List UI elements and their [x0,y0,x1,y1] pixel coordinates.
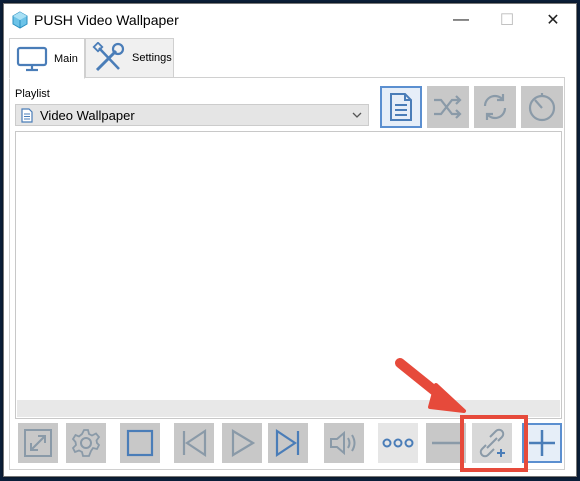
timer-icon [528,93,556,122]
playlist-selected-value: Video Wallpaper [40,107,135,123]
tab-settings[interactable]: Settings [85,38,174,78]
playlist-document-icon [390,93,412,121]
playlist-manager-button[interactable] [380,86,422,128]
repeat-icon [483,94,507,120]
settings-button[interactable] [66,423,106,463]
close-button[interactable]: ✕ [530,4,576,36]
title-bar[interactable]: PUSH Video Wallpaper — ☐ ✕ [4,4,576,36]
maximize-button[interactable]: ☐ [484,4,530,36]
volume-button[interactable] [324,423,364,463]
tab-main[interactable]: Main [9,38,85,79]
minimize-button[interactable]: — [438,4,484,36]
fullscreen-button[interactable] [18,423,58,463]
previous-button[interactable] [174,423,214,463]
stop-button[interactable] [120,423,160,463]
fullscreen-icon [24,429,52,457]
volume-icon [330,430,356,456]
wrench-screwdriver-icon [92,42,125,72]
repeat-button[interactable] [474,86,516,128]
tab-main-label: Main [54,52,78,65]
more-icon [382,438,414,448]
next-button[interactable] [268,423,308,463]
window-title: PUSH Video Wallpaper [34,12,179,28]
add-icon [529,430,555,456]
stop-icon [126,429,154,457]
shuffle-icon [434,95,462,119]
previous-icon [182,428,207,458]
remove-icon [432,441,460,445]
play-icon [231,429,256,457]
playlist-file-icon [21,107,33,123]
gear-icon [71,429,101,457]
chevron-down-icon [352,112,362,118]
playlist-dropdown[interactable]: Video Wallpaper [15,104,369,126]
playlist-label: Playlist [15,88,50,100]
timer-button[interactable] [521,86,563,128]
next-icon [275,428,300,458]
add-button[interactable] [522,423,562,463]
play-button[interactable] [222,423,262,463]
app-logo-icon [12,11,28,29]
shuffle-button[interactable] [427,86,469,128]
annotation-arrow [395,358,466,413]
monitor-icon [16,46,48,71]
annotation-highlight-box [460,415,528,472]
tab-settings-label: Settings [132,52,172,64]
more-options-button[interactable] [378,423,418,463]
